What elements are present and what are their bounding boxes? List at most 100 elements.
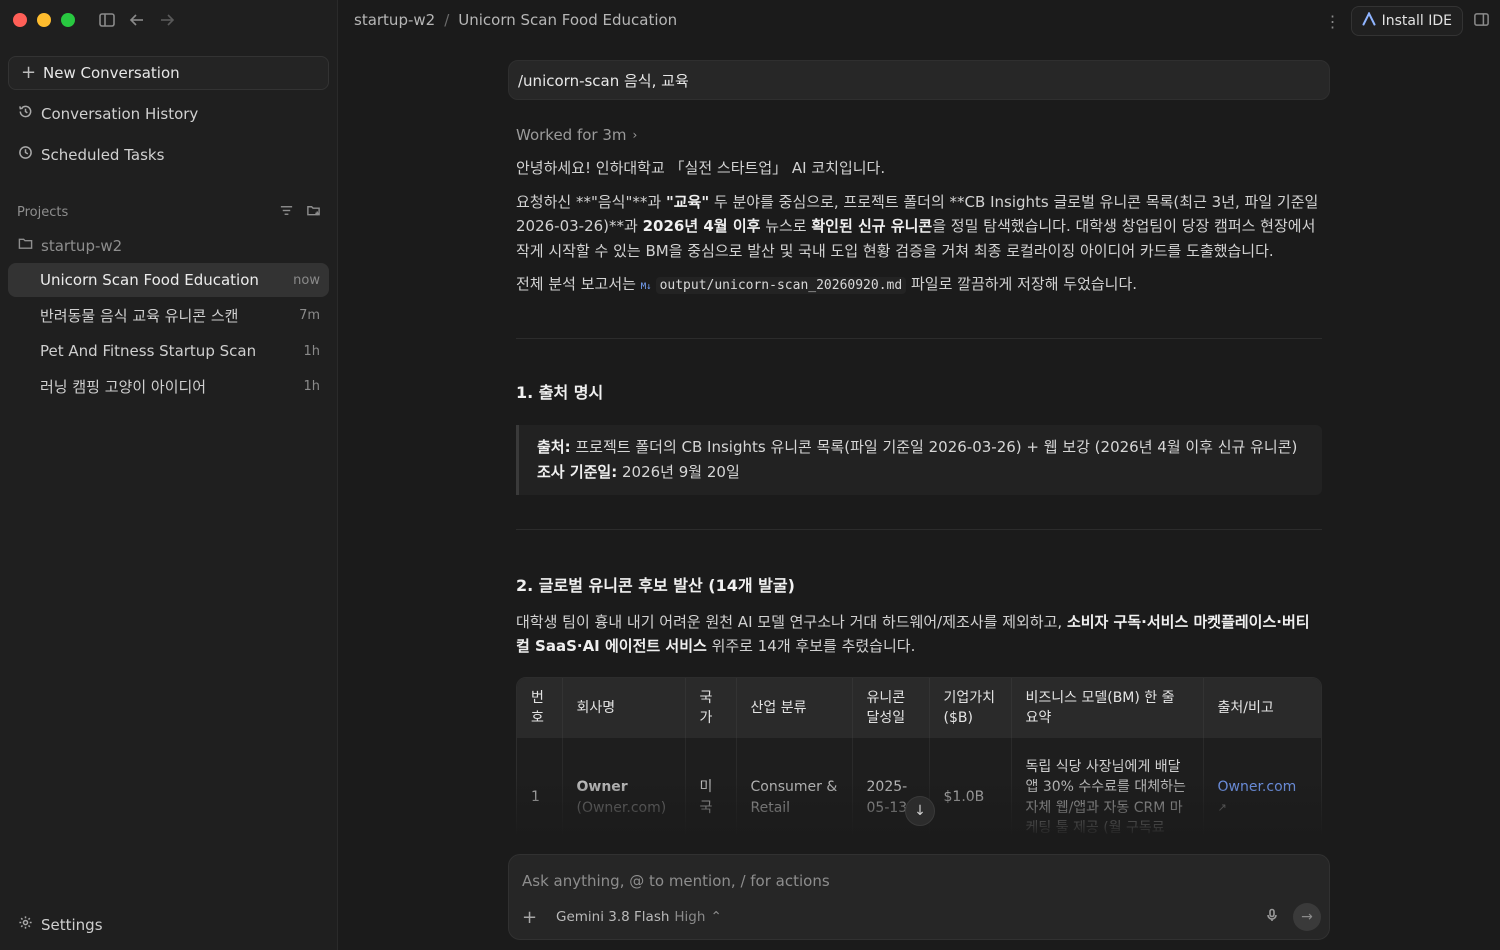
- add-context-icon[interactable]: +: [522, 907, 542, 928]
- projects-label: Projects: [17, 205, 69, 220]
- conversation-item[interactable]: Pet And Fitness Startup Scan 1h: [8, 334, 329, 368]
- cell-valuation: $1.0B: [929, 737, 1012, 834]
- candidates-text: 위주로 14개 후보를 추렸습니다.: [706, 637, 916, 655]
- filter-icon[interactable]: [279, 203, 294, 222]
- arrow-right-icon: →: [1301, 909, 1313, 925]
- conversation-time: 7m: [299, 307, 320, 323]
- section-heading: 2. 글로벌 유니콘 후보 발산 (14개 발굴): [516, 575, 795, 595]
- user-prompt-bubble: /unicorn-scan 음식, 교육: [508, 60, 1330, 100]
- toggle-sidebar-icon[interactable]: [98, 11, 116, 33]
- intro-emphasis: 2026년 4월 이후: [642, 217, 761, 235]
- conversation-history-link[interactable]: Conversation History: [18, 104, 198, 123]
- candidates-paragraph: 대학생 팀이 흉내 내기 어려운 원천 AI 모델 연구소나 거대 하드웨어/제…: [516, 610, 1322, 659]
- scheduled-tasks-link[interactable]: Scheduled Tasks: [18, 145, 164, 164]
- projects-header: Projects: [17, 203, 321, 222]
- send-button[interactable]: →: [1293, 903, 1321, 931]
- column-header: 출처/비고: [1203, 677, 1321, 738]
- composer-input[interactable]: Ask anything, @ to mention, / for action…: [522, 872, 830, 890]
- report-text: 파일로 깔끔하게 저장해 두었습니다.: [906, 275, 1138, 293]
- cell-company: Owner (Owner.com): [562, 737, 686, 834]
- arrow-down-icon: ↓: [914, 803, 926, 819]
- intro-text: 뉴스로: [760, 217, 812, 235]
- breadcrumb-title: Unicorn Scan Food Education: [458, 11, 678, 29]
- column-header: 번호: [517, 677, 563, 738]
- model-name: Gemini 3.8 Flash: [556, 909, 670, 925]
- candidates-text: 대학생 팀이 흉내 내기 어려운 원천 AI 모델 연구소나 거대 하드웨어/제…: [516, 612, 1067, 631]
- chevron-right-icon: ›: [632, 128, 638, 142]
- microphone-icon[interactable]: [1265, 908, 1279, 926]
- close-window-button[interactable]: [13, 13, 27, 27]
- gear-icon: [18, 915, 33, 934]
- project-folder-label: startup-w2: [41, 236, 123, 255]
- table-header-row: 번호 회사명 국가 산업 분류 유니콘 달성일 기업가치 ($B) 비즈니스 모…: [517, 677, 1321, 738]
- window-controls: [13, 13, 75, 27]
- new-folder-icon[interactable]: [306, 203, 321, 222]
- conversation-time: 1h: [303, 343, 320, 359]
- install-ide-button[interactable]: Install IDE: [1350, 6, 1463, 36]
- section-divider: [516, 337, 1322, 339]
- more-options-icon[interactable]: ⋮: [1325, 12, 1341, 31]
- conversation-item[interactable]: 러닝 캠핑 고양이 아이디어 1h: [8, 369, 329, 403]
- survey-date-label: 조사 기준일:: [537, 462, 618, 481]
- install-ide-label: Install IDE: [1381, 13, 1452, 29]
- breadcrumb: startup-w2 / Unicorn Scan Food Education: [354, 11, 677, 29]
- external-link-icon[interactable]: ↗: [1218, 801, 1227, 814]
- column-header: 유니콘 달성일: [852, 677, 930, 738]
- company-domain: (Owner.com): [576, 799, 667, 816]
- greeting-paragraph: 안녕하세요! 인하대학교 「실전 스타트업」 AI 코치입니다.: [516, 159, 886, 177]
- user-prompt-text: /unicorn-scan 음식, 교육: [518, 71, 689, 90]
- conversation-history-label: Conversation History: [41, 104, 199, 123]
- scheduled-tasks-label: Scheduled Tasks: [41, 145, 165, 164]
- project-folder[interactable]: startup-w2: [18, 236, 122, 255]
- conversation-title: Unicorn Scan Food Education: [40, 271, 259, 289]
- source-line: 출처: 프로젝트 폴더의 CB Insights 유니콘 목록(파일 기준일 2…: [537, 435, 1304, 460]
- plus-icon: +: [21, 62, 37, 83]
- survey-date-text: 2026년 9월 20일: [617, 462, 740, 481]
- worked-for-toggle[interactable]: Worked for 3m ›: [516, 124, 1322, 146]
- model-mode: High: [674, 909, 706, 925]
- conversation-item[interactable]: 반려동물 음식 교육 유니콘 스캔 7m: [8, 298, 329, 332]
- source-blockquote: 출처: 프로젝트 폴더의 CB Insights 유니콘 목록(파일 기준일 2…: [516, 424, 1322, 495]
- model-selector[interactable]: Gemini 3.8 Flash High ⌃: [556, 909, 722, 925]
- worked-for-label: Worked for 3m: [516, 126, 627, 144]
- markdown-file-icon: M↓: [640, 282, 652, 292]
- scroll-down-button[interactable]: ↓: [905, 796, 935, 826]
- section-divider: [516, 528, 1322, 530]
- maximize-window-button[interactable]: [61, 13, 75, 27]
- report-paragraph: 전체 분석 보고서는 M↓ output/unicorn-scan_2026092…: [516, 272, 1322, 300]
- report-file-link[interactable]: output/unicorn-scan_20260920.md: [655, 277, 907, 294]
- intro-paragraph: 요청하신 **"음식"**과 "교육" 두 분야를 중심으로, 프로젝트 폴더의…: [516, 190, 1322, 264]
- source-link[interactable]: Owner.com: [1218, 779, 1297, 795]
- conversation-title: Pet And Fitness Startup Scan: [40, 342, 257, 360]
- cell-source: Owner.com ↗: [1203, 738, 1321, 835]
- chevron-up-icon: ⌃: [710, 909, 722, 925]
- conversation-title: 반려동물 음식 교육 유니콘 스캔: [40, 306, 239, 325]
- toggle-panel-icon[interactable]: [1473, 11, 1490, 32]
- forward-arrow-icon[interactable]: [158, 11, 176, 33]
- breadcrumb-project[interactable]: startup-w2: [354, 11, 435, 29]
- company-name: Owner: [576, 779, 628, 795]
- column-header: 회사명: [562, 677, 686, 738]
- cell-number: 1: [517, 737, 563, 834]
- top-header: startup-w2 / Unicorn Scan Food Education…: [338, 0, 1500, 40]
- back-arrow-icon[interactable]: [128, 11, 146, 33]
- source-text: 프로젝트 폴더의 CB Insights 유니콘 목록(파일 기준일 2026-…: [570, 437, 1298, 456]
- cell-country: 미국: [685, 737, 737, 834]
- sidebar-toolbar: [98, 11, 176, 33]
- conversation-item[interactable]: Unicorn Scan Food Education now: [8, 263, 329, 297]
- settings-link[interactable]: Settings: [18, 915, 103, 934]
- cell-bm-summary: 독립 식당 사장님에게 배달 앱 30% 수수료를 대체하는 자체 웹/앱과 자…: [1011, 737, 1204, 834]
- conversation-title: 러닝 캠핑 고양이 아이디어: [40, 377, 207, 396]
- section-heading: 1. 출처 명시: [516, 382, 604, 402]
- cell-industry: Consumer & Retail: [736, 737, 853, 834]
- assistant-response: Worked for 3m › 안녕하세요! 인하대학교 「실전 스타트업」 A…: [516, 124, 1322, 834]
- message-composer[interactable]: Ask anything, @ to mention, / for action…: [508, 854, 1330, 940]
- column-header: 기업가치 ($B): [929, 677, 1012, 738]
- settings-label: Settings: [41, 915, 103, 934]
- minimize-window-button[interactable]: [37, 13, 51, 27]
- conversation-time: now: [293, 272, 320, 288]
- new-conversation-button[interactable]: + New Conversation: [8, 56, 329, 90]
- antigravity-logo-icon: [1362, 11, 1376, 30]
- folder-icon: [18, 236, 33, 255]
- history-icon: [18, 104, 33, 123]
